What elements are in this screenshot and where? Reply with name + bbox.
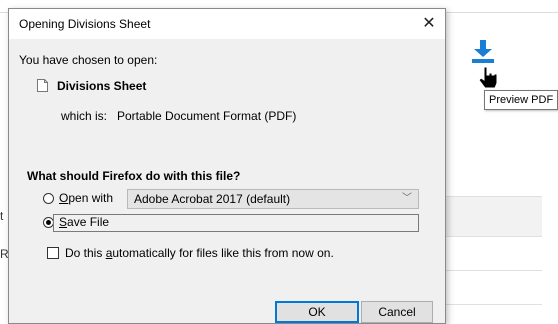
accelerator-key: O bbox=[59, 191, 69, 205]
close-button[interactable]: ✕ bbox=[419, 13, 439, 33]
table-divider bbox=[432, 236, 542, 237]
auto-action-checkbox[interactable] bbox=[47, 247, 59, 259]
chevron-down-icon: ﹀ bbox=[402, 193, 412, 204]
open-with-radio[interactable] bbox=[43, 193, 54, 204]
question-heading: What should Firefox do with this file? bbox=[27, 169, 241, 183]
file-type-value: Portable Document Format (PDF) bbox=[117, 109, 297, 123]
background-table-header bbox=[432, 196, 542, 236]
table-divider bbox=[432, 270, 542, 271]
table-divider bbox=[432, 196, 542, 197]
close-icon: ✕ bbox=[422, 15, 436, 32]
dialog-body: You have chosen to open: Divisions Sheet… bbox=[9, 39, 445, 323]
open-with-label[interactable]: Open with bbox=[59, 191, 113, 205]
which-is-label: which is: bbox=[61, 109, 108, 123]
hand-cursor-icon bbox=[478, 66, 498, 88]
auto-action-label[interactable]: Do this automatically for files like thi… bbox=[65, 246, 334, 260]
background-text-fragment: t bbox=[0, 209, 4, 223]
download-icon[interactable] bbox=[472, 40, 494, 64]
table-divider bbox=[432, 304, 542, 305]
label-text: pen with bbox=[68, 191, 114, 205]
preview-pdf-tooltip: Preview PDF bbox=[484, 90, 558, 110]
download-dialog: Opening Divisions Sheet ✕ You have chose… bbox=[8, 8, 446, 324]
save-file-label[interactable]: Save File bbox=[59, 215, 109, 229]
file-icon bbox=[37, 79, 48, 92]
accelerator-key: S bbox=[59, 215, 68, 229]
chosen-to-open-label: You have chosen to open: bbox=[19, 53, 158, 67]
label-text: utomatically for files like this from no… bbox=[112, 246, 334, 260]
background-panel bbox=[445, 28, 558, 324]
ok-button[interactable]: OK bbox=[275, 301, 359, 323]
label-text: ave File bbox=[67, 215, 110, 229]
dialog-title: Opening Divisions Sheet bbox=[19, 17, 151, 31]
file-name: Divisions Sheet bbox=[57, 79, 147, 93]
dialog-titlebar: Opening Divisions Sheet ✕ bbox=[9, 9, 445, 39]
cancel-button[interactable]: Cancel bbox=[361, 301, 433, 323]
selected-application: Adobe Acrobat 2017 (default) bbox=[134, 192, 291, 206]
application-select[interactable]: Adobe Acrobat 2017 (default) ﹀ bbox=[127, 189, 419, 209]
label-text: Do this bbox=[65, 246, 106, 260]
